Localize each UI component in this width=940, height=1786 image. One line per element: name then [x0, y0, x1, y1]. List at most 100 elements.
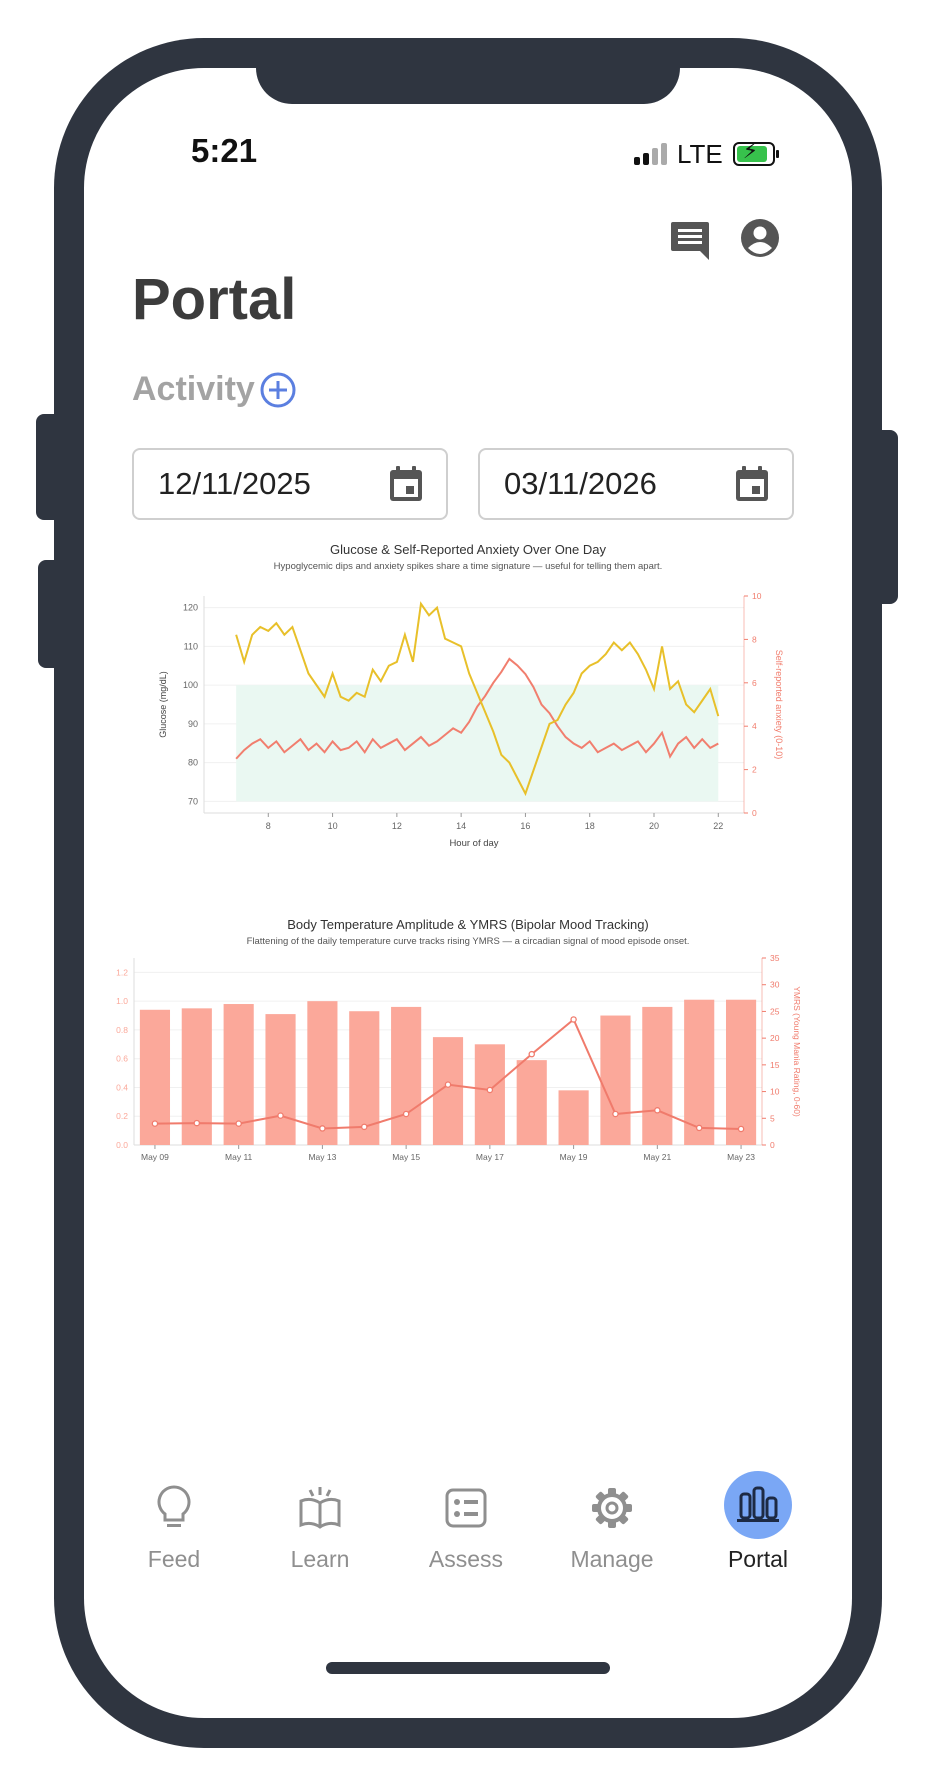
y-tick-label: 0.4: [116, 1082, 128, 1092]
book-icon: [260, 1478, 380, 1538]
ymrs-point: [361, 1123, 368, 1131]
volume-button: [38, 560, 58, 668]
x-tick-label: 12: [392, 821, 402, 831]
y-tick-label-right: 6: [752, 678, 757, 688]
temperature-bar: [725, 999, 757, 1145]
ymrs-point: [570, 1016, 577, 1023]
ymrs-point: [319, 1125, 326, 1132]
end-date-value: 03/11/2026: [504, 466, 657, 501]
tab-manage-label: Manage: [570, 1546, 654, 1572]
temperature-bar: [265, 1014, 296, 1145]
glucose-anxiety-chart: Glucose & Self-Reported Anxiety Over One…: [158, 542, 784, 849]
ymrs-point: [737, 1125, 745, 1133]
ymrs-point: [528, 1050, 535, 1058]
y-tick-label: 90: [188, 719, 198, 729]
y-tick-label-right: 15: [770, 1060, 780, 1070]
signal-icon: [634, 143, 667, 165]
tab-portal-label: Portal: [727, 1546, 789, 1572]
y-tick-label-right: 0: [752, 808, 757, 818]
account-circle-icon[interactable]: [740, 218, 780, 263]
target-range-band: [236, 685, 719, 802]
ymrs-point: [486, 1086, 494, 1094]
y-axis-label-left: Glucose (mg/dL): [158, 671, 168, 738]
ymrs-point: [193, 1119, 201, 1127]
x-tick-label: May 15: [392, 1152, 420, 1162]
temperature-bar: [600, 1015, 631, 1145]
bar-chart-icon: [698, 1471, 818, 1539]
y-tick-label-right: 8: [752, 634, 757, 644]
add-activity-button[interactable]: [259, 371, 297, 409]
y-tick-label-right: 4: [752, 721, 757, 731]
y-tick-label-right: 20: [770, 1033, 780, 1043]
power-button: [876, 430, 898, 604]
chart-subtitle: Hypoglycemic dips and anxiety spikes sha…: [274, 561, 663, 572]
tab-assess-label: Assess: [428, 1546, 504, 1572]
assessment-card-icon: [406, 1478, 526, 1538]
temperature-ymrs-chart: Body Temperature Amplitude & YMRS (Bipol…: [116, 917, 802, 1162]
temperature-bar: [516, 1060, 547, 1145]
tab-feed[interactable]: Feed: [114, 1478, 234, 1573]
gear-icon: [552, 1478, 672, 1538]
chart-title: Body Temperature Amplitude & YMRS (Bipol…: [287, 917, 649, 932]
ymrs-point: [235, 1120, 242, 1127]
screen: 5:21 LTE ⚡ Portal Activity 12/11/2025 03…: [84, 68, 852, 1718]
tab-feed-label: Feed: [147, 1546, 201, 1572]
y-tick-label: 70: [188, 796, 198, 806]
y-tick-label-right: 10: [752, 591, 762, 601]
tab-learn-label: Learn: [290, 1546, 350, 1572]
y-tick-label: 1.0: [116, 996, 128, 1006]
y-tick-label: 110: [184, 641, 198, 651]
tab-assess[interactable]: Assess: [406, 1478, 526, 1573]
y-tick-label: 80: [188, 758, 198, 768]
temperature-bar: [558, 1090, 589, 1145]
temperature-bar: [642, 1006, 673, 1145]
chart-subtitle: Flattening of the daily temperature curv…: [247, 936, 690, 947]
y-axis-label-right: Self-reported anxiety (0-10): [774, 650, 784, 760]
section-label: Activity: [132, 370, 255, 408]
y-axis-label-right: YMRS (Young Mania Rating, 0-60): [792, 986, 802, 1117]
y-tick-label: 0.2: [116, 1111, 128, 1121]
x-tick-label: 16: [520, 821, 530, 831]
chart-title: Glucose & Self-Reported Anxiety Over One…: [330, 542, 607, 557]
x-tick-label: 10: [328, 821, 338, 831]
y-tick-label: 0.6: [116, 1054, 128, 1064]
x-axis-label: Hour of day: [449, 838, 498, 849]
calendar-icon[interactable]: [734, 465, 770, 503]
x-tick-label: May 13: [308, 1152, 336, 1162]
ymrs-point: [695, 1124, 703, 1132]
x-tick-label: May 21: [643, 1152, 671, 1162]
x-tick-label: May 11: [225, 1152, 253, 1162]
start-date-field[interactable]: 12/11/2025: [132, 448, 448, 520]
y-tick-label: 0.0: [116, 1140, 128, 1150]
y-tick-label: 120: [183, 603, 198, 613]
y-tick-label-right: 0: [770, 1140, 775, 1150]
ymrs-point: [277, 1112, 284, 1119]
y-tick-label: 1.2: [116, 967, 128, 977]
network-label: LTE: [677, 138, 723, 169]
ymrs-point: [151, 1120, 159, 1127]
activity-header: Activity: [132, 370, 297, 409]
tab-portal[interactable]: Portal: [698, 1471, 818, 1573]
bottom-tab-bar: Feed Learn Assess Manage Portal: [84, 1471, 852, 1618]
tab-manage[interactable]: Manage: [552, 1478, 672, 1573]
temperature-bar: [474, 1044, 505, 1145]
y-tick-label-right: 30: [770, 980, 780, 990]
y-tick-label-right: 25: [770, 1006, 780, 1016]
x-tick-label: May 17: [476, 1152, 504, 1162]
calendar-icon[interactable]: [388, 465, 424, 503]
status-time: 5:21: [191, 132, 258, 169]
battery-icon: ⚡: [732, 138, 779, 166]
x-tick-label: 8: [266, 821, 271, 831]
x-tick-label: May 19: [560, 1152, 588, 1162]
x-tick-label: 18: [585, 821, 595, 831]
chat-icon[interactable]: [670, 220, 710, 267]
notch: [256, 68, 680, 104]
home-indicator: [326, 1662, 610, 1674]
ymrs-point: [402, 1110, 410, 1118]
ymrs-point: [444, 1081, 452, 1088]
start-date-value: 12/11/2025: [158, 466, 311, 501]
temperature-bar: [307, 1001, 338, 1145]
tab-learn[interactable]: Learn: [260, 1478, 380, 1573]
end-date-field[interactable]: 03/11/2026: [478, 448, 794, 520]
ymrs-point: [612, 1110, 619, 1118]
